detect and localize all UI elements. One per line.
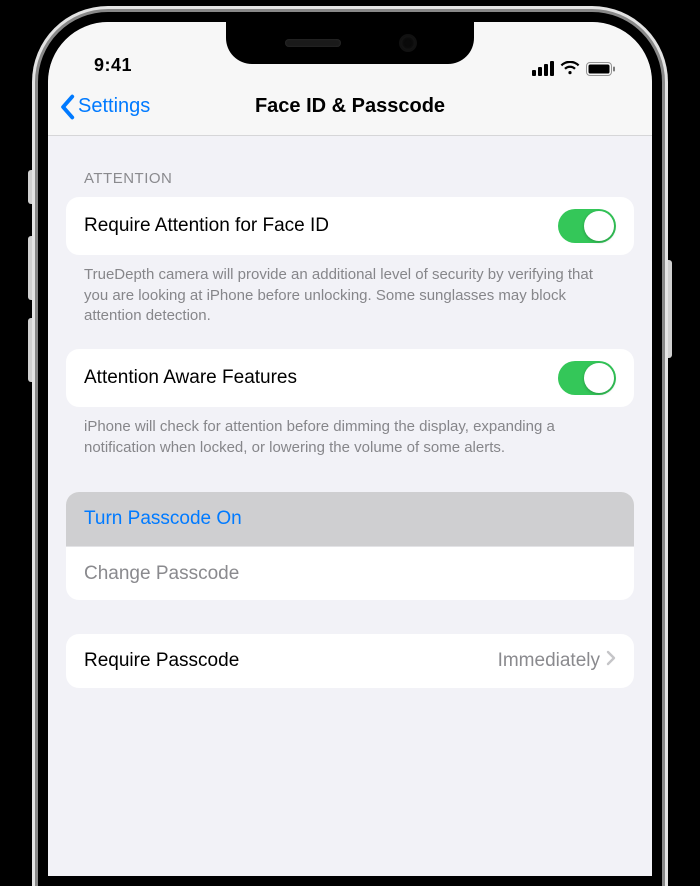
chevron-left-icon (58, 94, 76, 120)
attention-aware-label: Attention Aware Features (84, 367, 558, 389)
cellular-signal-icon (532, 61, 554, 76)
nav-bar: Settings Face ID & Passcode (48, 78, 652, 136)
change-passcode-row[interactable]: Change Passcode (66, 546, 634, 600)
require-attention-footer: TrueDepth camera will provide an additio… (66, 255, 634, 327)
attention-aware-card: Attention Aware Features (66, 349, 634, 407)
iphone-device-frame: 9:41 Settings Face ID & Passcode (38, 12, 662, 886)
require-attention-toggle[interactable] (558, 209, 616, 243)
volume-down-button[interactable] (28, 318, 36, 382)
attention-aware-row[interactable]: Attention Aware Features (66, 349, 634, 407)
require-attention-card: Require Attention for Face ID (66, 197, 634, 255)
attention-aware-footer: iPhone will check for attention before d… (66, 407, 634, 458)
volume-up-button[interactable] (28, 236, 36, 300)
wifi-icon (560, 61, 580, 76)
turn-passcode-on-row[interactable]: Turn Passcode On (66, 492, 634, 546)
attention-aware-toggle[interactable] (558, 361, 616, 395)
section-header-attention: ATTENTION (66, 136, 634, 197)
turn-passcode-on-label: Turn Passcode On (84, 508, 616, 530)
device-notch (226, 22, 474, 64)
require-attention-row[interactable]: Require Attention for Face ID (66, 197, 634, 255)
status-time: 9:41 (78, 55, 132, 76)
chevron-right-icon (606, 650, 616, 672)
change-passcode-label: Change Passcode (84, 563, 616, 585)
back-label: Settings (78, 95, 150, 118)
battery-icon (586, 62, 616, 76)
side-button[interactable] (664, 260, 672, 358)
require-passcode-label: Require Passcode (84, 650, 498, 672)
require-passcode-card: Require Passcode Immediately (66, 634, 634, 688)
require-attention-label: Require Attention for Face ID (84, 215, 558, 237)
require-passcode-value: Immediately (498, 650, 600, 672)
settings-content: ATTENTION Require Attention for Face ID … (48, 136, 652, 876)
require-passcode-row[interactable]: Require Passcode Immediately (66, 634, 634, 688)
silent-switch[interactable] (28, 170, 36, 204)
back-button[interactable]: Settings (48, 94, 150, 120)
passcode-actions-card: Turn Passcode On Change Passcode (66, 492, 634, 600)
